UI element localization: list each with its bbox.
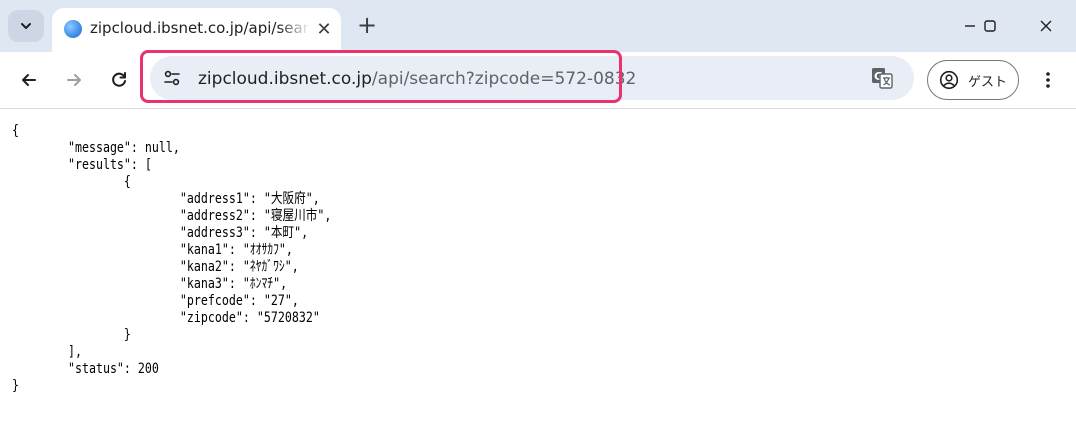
back-button[interactable] xyxy=(13,64,45,96)
translate-icon[interactable]: G xyxy=(870,66,894,90)
reload-button[interactable] xyxy=(103,64,135,96)
arrow-right-icon xyxy=(67,74,81,86)
address-bar-highlight xyxy=(140,50,622,103)
person-icon xyxy=(939,70,959,90)
maximize-icon xyxy=(984,20,996,32)
profile-button[interactable]: ゲスト xyxy=(927,60,1019,100)
tab-strip: zipcloud.ibsnet.co.jp/api/search?zipcode… xyxy=(0,0,1076,52)
json-response: { "message": null, "results": [ { "addre… xyxy=(12,123,332,394)
tab-title: zipcloud.ibsnet.co.jp/api/search?zipcode… xyxy=(90,19,308,37)
chevron-down-icon xyxy=(21,23,31,29)
forward-button[interactable] xyxy=(58,64,90,96)
tab-title-fade xyxy=(278,14,310,44)
tab-search-button[interactable] xyxy=(8,10,44,42)
new-tab-button[interactable]: + xyxy=(352,10,382,40)
active-tab[interactable]: zipcloud.ibsnet.co.jp/api/search?zipcode… xyxy=(52,8,341,52)
profile-label: ゲスト xyxy=(968,75,1008,90)
page-content: { "message": null, "results": [ { "addre… xyxy=(0,109,1076,430)
close-icon xyxy=(1040,20,1052,32)
globe-favicon-icon xyxy=(64,20,82,38)
menu-button[interactable] xyxy=(1032,64,1064,96)
maximize-button[interactable] xyxy=(970,8,1010,44)
kebab-menu-icon xyxy=(1046,72,1050,88)
close-window-button[interactable] xyxy=(1026,8,1066,44)
reload-icon xyxy=(112,72,126,87)
arrow-left-icon xyxy=(22,74,36,86)
tab-close-icon[interactable]: ✕ xyxy=(314,19,334,40)
